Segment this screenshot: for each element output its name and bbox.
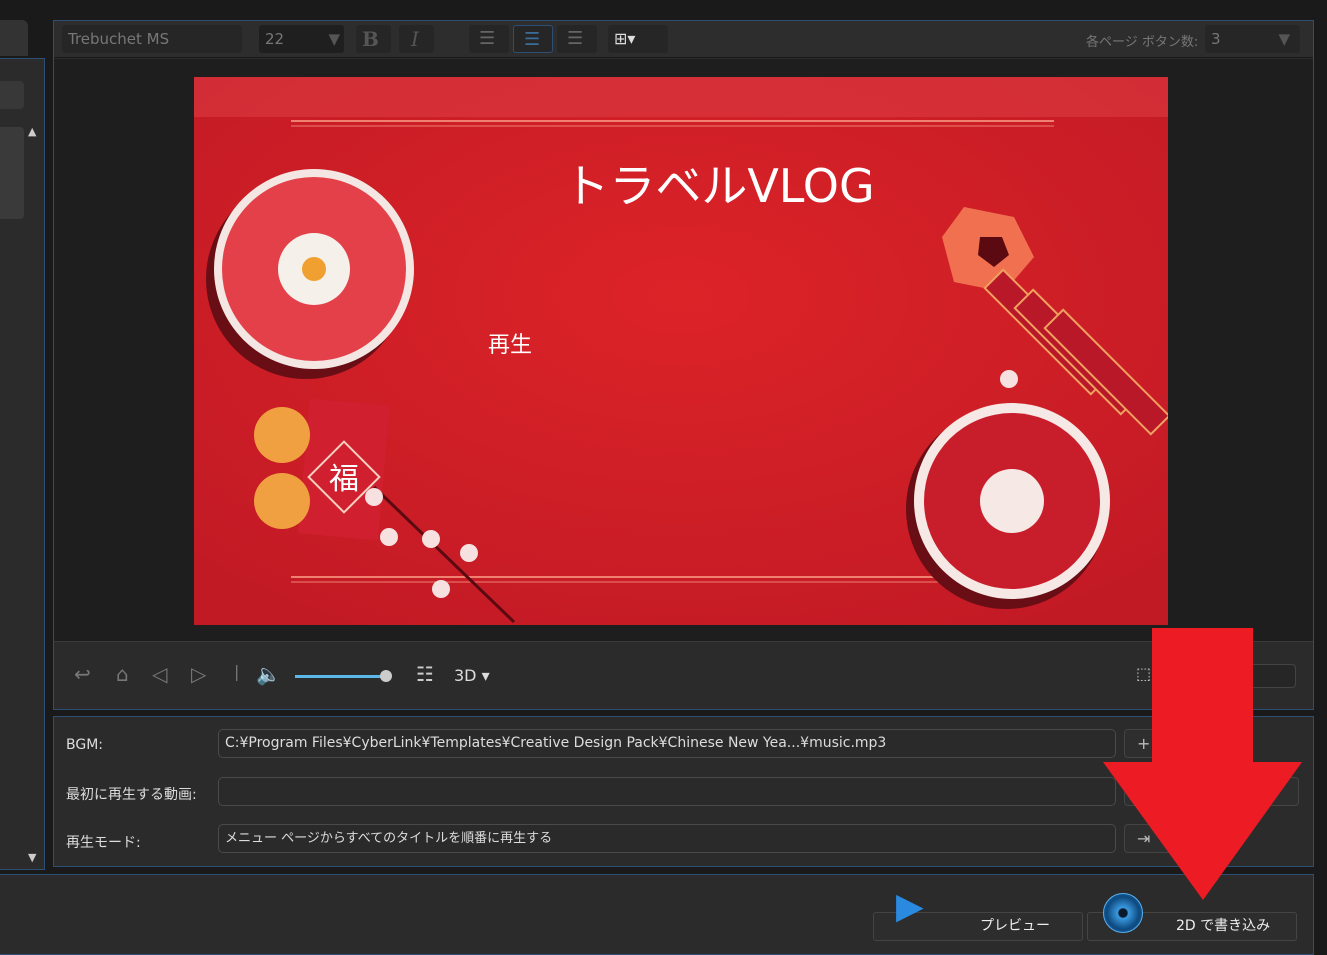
bgm-path-field[interactable]: C:¥Program Files¥CyberLink¥Templates¥Cre…: [218, 729, 1116, 758]
play-mode-field[interactable]: メニュー ページからすべてのタイトルを順番に再生する: [218, 824, 1116, 853]
text-toolbar: Trebuchet MS▼ 22▼ B I ☰ ☰ ☰ ⊞▾ 各ページ ボタン数…: [54, 21, 1313, 58]
menu-preview: トラベルVLOG 再生 福: [54, 59, 1313, 641]
play-button[interactable]: 再生: [488, 333, 532, 358]
3d-mode-select[interactable]: 3D ▾: [454, 666, 490, 685]
return-icon[interactable]: ↩: [74, 662, 91, 686]
volume-slider-handle[interactable]: [380, 670, 392, 682]
scroll-down-icon[interactable]: ▼: [28, 851, 36, 864]
buttons-per-page-label: 各ページ ボタン数:: [1086, 35, 1199, 50]
3d-mode-value: 3D: [454, 666, 477, 685]
size-value: 22: [265, 30, 285, 48]
previous-icon[interactable]: ◁: [152, 662, 167, 686]
play-mode-label: 再生モード:: [66, 835, 141, 851]
volume-slider[interactable]: [295, 675, 387, 678]
volume-icon[interactable]: 🔈: [256, 662, 281, 686]
layout-grid-button[interactable]: ⊞▾: [608, 25, 668, 53]
scrollbar-thumb[interactable]: [0, 127, 24, 219]
first-play-field[interactable]: [218, 777, 1116, 806]
play-icon: ▶: [896, 886, 924, 927]
menu-editor: Trebuchet MS▼ 22▼ B I ☰ ☰ ☰ ⊞▾ 各ページ ボタン数…: [53, 20, 1314, 710]
home-icon[interactable]: ⌂: [116, 662, 129, 686]
scroll-up-icon[interactable]: ▲: [28, 125, 36, 138]
burn-2d-button[interactable]: 2D で書き込み: [1087, 893, 1297, 941]
preview-button[interactable]: ▶ プレビュー: [873, 889, 1083, 941]
menu-background-image: トラベルVLOG 再生 福: [194, 77, 1168, 625]
next-icon[interactable]: ▷: [191, 662, 206, 686]
burn-label: 2D で書き込み: [1176, 918, 1271, 934]
align-right-button[interactable]: ☰: [557, 25, 597, 53]
font-value: Trebuchet MS: [68, 30, 170, 48]
divider: |: [234, 662, 240, 681]
align-left-button[interactable]: ☰: [469, 25, 509, 53]
left-tab[interactable]: [0, 20, 28, 56]
chapter-list-icon[interactable]: ☷: [416, 662, 434, 686]
left-panel-button[interactable]: [0, 81, 24, 109]
bgm-label: BGM:: [66, 737, 104, 753]
red-arrow-annotation: [1103, 628, 1302, 900]
buttons-per-page-select[interactable]: 3 ▼: [1205, 25, 1300, 53]
preview-label: プレビュー: [980, 918, 1050, 934]
buttons-per-page-value: 3: [1211, 30, 1221, 48]
left-panel: ▲ ▼: [0, 58, 45, 870]
menu-title[interactable]: トラベルVLOG: [563, 159, 874, 213]
italic-button[interactable]: I: [399, 25, 434, 53]
font-select[interactable]: Trebuchet MS▼: [62, 25, 270, 53]
fu-character: 福: [329, 462, 359, 497]
font-size-select[interactable]: 22 ▼: [259, 25, 344, 53]
first-play-label: 最初に再生する動画:: [66, 787, 197, 803]
bold-button[interactable]: B: [356, 25, 391, 53]
align-center-button[interactable]: ☰: [513, 25, 553, 53]
